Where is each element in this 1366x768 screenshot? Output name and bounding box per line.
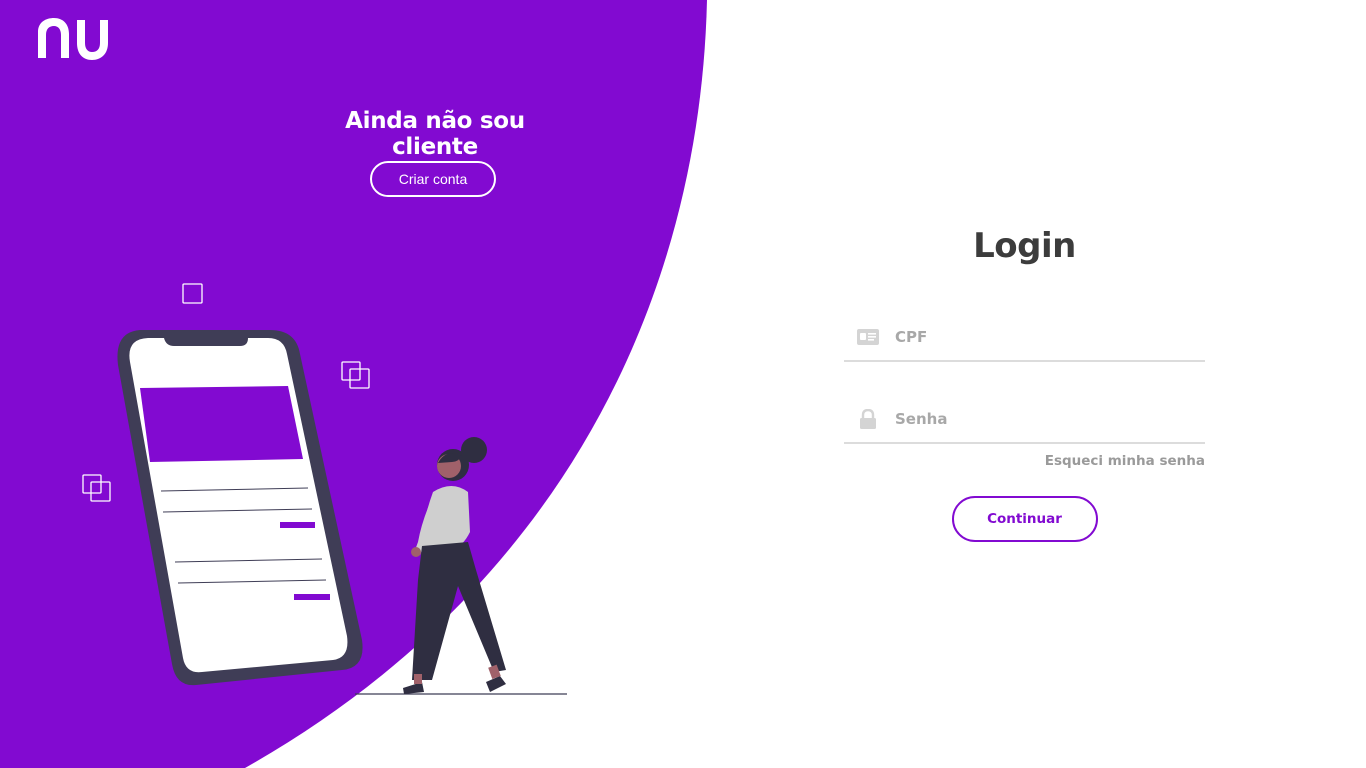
lock-icon [857,409,879,429]
decorative-squares-pair [341,361,370,389]
id-card-icon [857,327,879,347]
password-field [844,396,1205,444]
cpf-input[interactable] [895,328,1185,346]
decorative-square [182,283,203,304]
create-account-button[interactable]: Criar conta [370,161,496,197]
phone [117,330,363,686]
login-panel: Login Esqueci minh [844,226,1205,542]
password-input[interactable] [895,410,1185,428]
decorative-squares-pair [82,474,111,502]
continue-button[interactable]: Continuar [951,496,1098,542]
promo-title: Ainda não sou cliente [345,108,525,160]
forgot-password-link[interactable]: Esqueci minha senha [844,453,1205,469]
cpf-field [844,314,1205,362]
woman-figure [403,437,506,694]
nu-logo [38,18,108,60]
login-page: Ainda não sou cliente Criar conta Login … [0,0,1366,768]
phone-woman-illustration [82,283,567,695]
login-title: Login [973,226,1076,266]
